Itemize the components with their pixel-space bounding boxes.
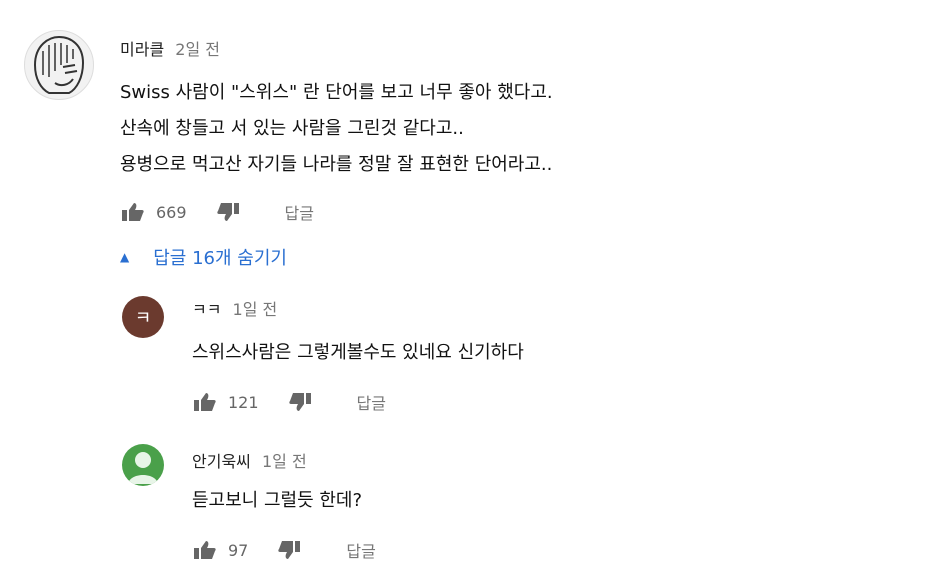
reply-author[interactable]: ㅋㅋ xyxy=(192,300,221,319)
reply-time[interactable]: 1일 전 xyxy=(262,452,307,471)
like-count: 121 xyxy=(228,392,259,412)
thumbs-up-icon[interactable] xyxy=(192,391,218,413)
reply-header: 안기욱씨 1일 전 xyxy=(192,448,307,472)
reply-button[interactable]: 답글 xyxy=(285,200,314,224)
comment-time[interactable]: 2일 전 xyxy=(175,40,220,59)
comment-text-line-2: 산속에 창들고 서 있는 사람을 그린것 같다고.. xyxy=(120,118,464,139)
thumbs-up-icon[interactable] xyxy=(120,201,146,223)
reply-header: ㅋㅋ 1일 전 xyxy=(192,296,277,320)
comment-author[interactable]: 미라클 xyxy=(120,40,164,59)
comment-actions: 669 답글 xyxy=(120,200,314,224)
reply-text: 듣고보니 그럴듯 한데? xyxy=(192,490,363,511)
reply-button[interactable]: 답글 xyxy=(346,538,375,562)
like-count: 97 xyxy=(228,540,249,560)
thumbs-down-icon[interactable] xyxy=(215,201,241,223)
caret-up-icon: ▲ xyxy=(120,250,130,264)
hide-replies-button[interactable]: ▲ 답글 16개 숨기기 xyxy=(120,244,287,270)
avatar[interactable] xyxy=(24,30,94,100)
reply-actions: 97 답글 xyxy=(192,538,376,562)
reply-comment: 안기욱씨 1일 전 듣고보니 그럴듯 한데? 97 답글 xyxy=(0,430,948,580)
default-user-icon xyxy=(128,452,158,484)
comment-header: 미라클 2일 전 xyxy=(120,36,220,60)
reply-comment: ㅋ ㅋㅋ 1일 전 스위스사람은 그렇게볼수도 있네요 신기하다 121 답글 xyxy=(0,280,948,430)
avatar[interactable]: ㅋ xyxy=(122,296,164,338)
top-comment: 미라클 2일 전 Swiss 사람이 "스위스" 란 단어를 보고 너무 좋아 … xyxy=(0,0,948,240)
comment-text-line-1: Swiss 사람이 "스위스" 란 단어를 보고 너무 좋아 했다고. xyxy=(120,82,553,103)
reply-text: 스위스사람은 그렇게볼수도 있네요 신기하다 xyxy=(192,342,524,363)
like-count: 669 xyxy=(156,202,187,222)
thumbs-down-icon[interactable] xyxy=(287,391,313,413)
thumbs-down-icon[interactable] xyxy=(276,539,302,561)
reply-author[interactable]: 안기욱씨 xyxy=(192,452,251,471)
user-avatar-icon xyxy=(33,35,85,94)
avatar[interactable] xyxy=(122,444,164,486)
hide-replies-label: 답글 16개 숨기기 xyxy=(153,248,287,269)
reply-time[interactable]: 1일 전 xyxy=(233,300,278,319)
reply-actions: 121 답글 xyxy=(192,390,386,414)
comment-text-line-3: 용병으로 먹고산 자기들 나라를 정말 잘 표현한 단어라고.. xyxy=(120,154,553,175)
avatar-letter: ㅋ xyxy=(134,308,152,329)
reply-button[interactable]: 답글 xyxy=(357,390,386,414)
thumbs-up-icon[interactable] xyxy=(192,539,218,561)
